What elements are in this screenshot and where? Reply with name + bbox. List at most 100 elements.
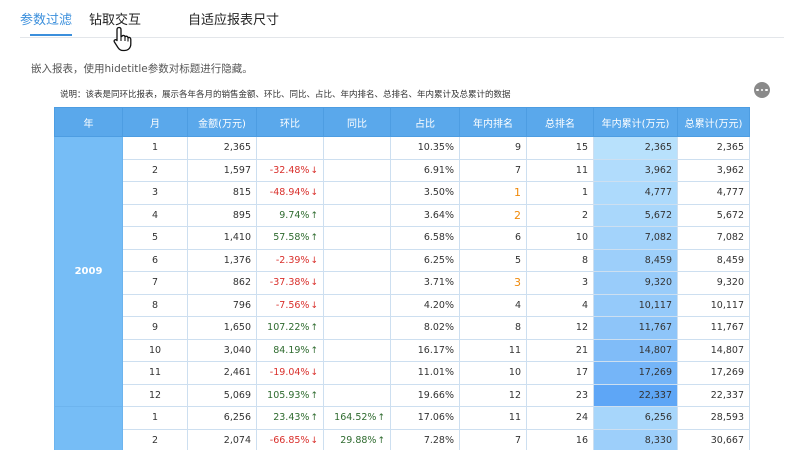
cell-mom[interactable]: 105.93%↑ [256,383,324,407]
cell-year-rank[interactable]: 10 [459,361,527,385]
cell-month[interactable]: 2 [122,158,188,182]
cell-share[interactable]: 19.66% [390,383,460,407]
cell-ytd[interactable]: 22,337 [593,383,678,407]
cell-year-rank[interactable]: 2 [459,203,527,227]
cell-year-rank[interactable]: 8 [459,316,527,340]
cell-total-rank[interactable]: 16 [526,428,594,450]
cell-mom[interactable] [256,136,324,160]
cell-ytd[interactable]: 11,767 [593,316,678,340]
cell-mom[interactable]: -37.38%↓ [256,271,324,295]
cell-yoy[interactable] [323,136,391,160]
cell-mom[interactable]: -32.48%↓ [256,158,324,182]
cell-total-rank[interactable]: 10 [526,226,594,250]
cell-cumulative[interactable]: 14,807 [677,338,750,362]
cell-cumulative[interactable]: 4,777 [677,181,750,205]
cell-amount[interactable]: 796 [187,293,257,317]
cell-share[interactable]: 4.20% [390,293,460,317]
cell-total-rank[interactable]: 3 [526,271,594,295]
cell-year-rank[interactable]: 11 [459,338,527,362]
cell-ytd[interactable]: 2,365 [593,136,678,160]
cell-amount[interactable]: 1,410 [187,226,257,250]
cell-cumulative[interactable]: 9,320 [677,271,750,295]
cell-share[interactable]: 3.64% [390,203,460,227]
cell-ytd[interactable]: 7,082 [593,226,678,250]
cell-share[interactable]: 6.25% [390,248,460,272]
cell-share[interactable]: 3.71% [390,271,460,295]
cell-yoy[interactable] [323,338,391,362]
cell-mom[interactable]: -66.85%↓ [256,428,324,450]
cell-year-rank[interactable]: 1 [459,181,527,205]
cell-total-rank[interactable]: 2 [526,203,594,227]
cell-yoy[interactable] [323,203,391,227]
tab-adaptive-size[interactable]: 自适应报表尺寸 [188,9,279,28]
cell-amount[interactable]: 2,461 [187,361,257,385]
cell-yoy[interactable] [323,181,391,205]
cell-cumulative[interactable]: 11,767 [677,316,750,340]
cell-year-rank[interactable]: 5 [459,248,527,272]
cell-yoy[interactable] [323,271,391,295]
cell-year[interactable] [54,406,123,450]
cell-cumulative[interactable]: 17,269 [677,361,750,385]
col-header-ytd[interactable]: 年内累计(万元) [593,107,678,137]
col-header-year[interactable]: 年 [54,107,123,137]
cell-share[interactable]: 3.50% [390,181,460,205]
cell-mom[interactable]: -48.94%↓ [256,181,324,205]
cell-month[interactable]: 2 [122,428,188,450]
cell-ytd[interactable]: 14,807 [593,338,678,362]
cell-year[interactable]: 2009 [54,136,123,407]
cell-cumulative[interactable]: 22,337 [677,383,750,407]
cell-ytd[interactable]: 9,320 [593,271,678,295]
cell-amount[interactable]: 2,365 [187,136,257,160]
cell-ytd[interactable]: 10,117 [593,293,678,317]
cell-mom[interactable]: 9.74%↑ [256,203,324,227]
cell-total-rank[interactable]: 4 [526,293,594,317]
cell-mom[interactable]: -2.39%↓ [256,248,324,272]
cell-month[interactable]: 5 [122,226,188,250]
cell-month[interactable]: 10 [122,338,188,362]
cell-total-rank[interactable]: 1 [526,181,594,205]
cell-total-rank[interactable]: 15 [526,136,594,160]
cell-month[interactable]: 1 [122,406,188,430]
cell-total-rank[interactable]: 11 [526,158,594,182]
cell-yoy[interactable] [323,383,391,407]
more-options-button[interactable] [754,82,770,98]
cell-amount[interactable]: 895 [187,203,257,227]
cell-yoy[interactable] [323,293,391,317]
cell-month[interactable]: 7 [122,271,188,295]
cell-yoy[interactable] [323,361,391,385]
cell-cumulative[interactable]: 5,672 [677,203,750,227]
cell-total-rank[interactable]: 8 [526,248,594,272]
cell-total-rank[interactable]: 23 [526,383,594,407]
cell-amount[interactable]: 1,376 [187,248,257,272]
cell-amount[interactable]: 2,074 [187,428,257,450]
cell-share[interactable]: 11.01% [390,361,460,385]
cell-year-rank[interactable]: 6 [459,226,527,250]
cell-yoy[interactable]: 29.88%↑ [323,428,391,450]
cell-yoy[interactable] [323,226,391,250]
cell-share[interactable]: 10.35% [390,136,460,160]
col-header-amount[interactable]: 金额(万元) [187,107,257,137]
cell-year-rank[interactable]: 7 [459,158,527,182]
cell-month[interactable]: 3 [122,181,188,205]
cell-month[interactable]: 6 [122,248,188,272]
cell-month[interactable]: 4 [122,203,188,227]
cell-amount[interactable]: 1,650 [187,316,257,340]
col-header-cumulative[interactable]: 总累计(万元) [677,107,750,137]
cell-share[interactable]: 7.28% [390,428,460,450]
cell-ytd[interactable]: 5,672 [593,203,678,227]
cell-ytd[interactable]: 3,962 [593,158,678,182]
cell-cumulative[interactable]: 7,082 [677,226,750,250]
cell-mom[interactable]: 23.43%↑ [256,406,324,430]
cell-total-rank[interactable]: 24 [526,406,594,430]
cell-cumulative[interactable]: 8,459 [677,248,750,272]
cell-share[interactable]: 17.06% [390,406,460,430]
cell-share[interactable]: 6.91% [390,158,460,182]
cell-share[interactable]: 6.58% [390,226,460,250]
cell-year-rank[interactable]: 7 [459,428,527,450]
cell-year-rank[interactable]: 11 [459,406,527,430]
cell-yoy[interactable]: 164.52%↑ [323,406,391,430]
cell-amount[interactable]: 862 [187,271,257,295]
cell-cumulative[interactable]: 30,667 [677,428,750,450]
cell-yoy[interactable] [323,248,391,272]
cell-share[interactable]: 8.02% [390,316,460,340]
